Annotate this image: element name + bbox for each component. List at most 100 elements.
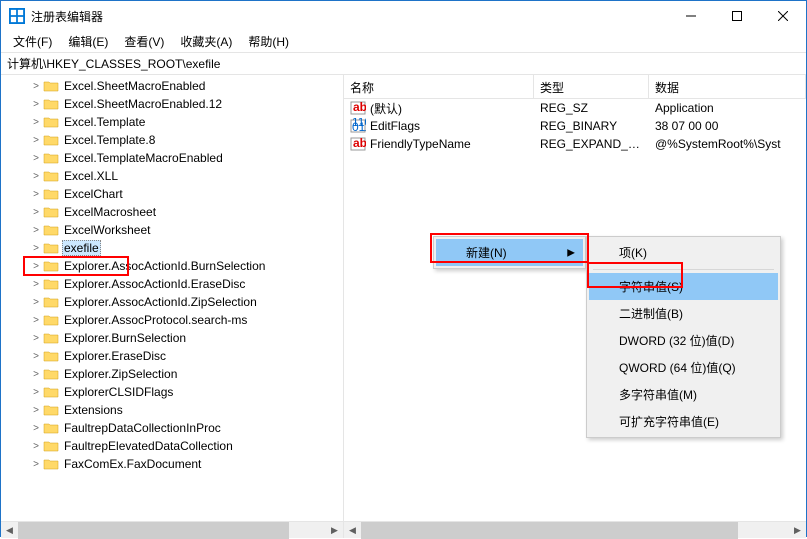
folder-icon <box>43 133 59 147</box>
value-type: REG_BINARY <box>534 118 649 134</box>
tree-item[interactable]: > Explorer.AssocActionId.ZipSelection <box>1 293 343 311</box>
menu-view[interactable]: 查看(V) <box>116 31 172 52</box>
menu-help[interactable]: 帮助(H) <box>240 31 297 52</box>
context-submenu: 项(K) 字符串值(S)二进制值(B)DWORD (32 位)值(D)QWORD … <box>586 236 781 438</box>
tree-item[interactable]: >exefile <box>1 239 343 257</box>
tree-label: Extensions <box>62 403 125 417</box>
tree-item[interactable]: >Explorer.AssocActionId.EraseDisc <box>1 275 343 293</box>
tree-label: ExcelMacrosheet <box>62 205 158 219</box>
menu-file[interactable]: 文件(F) <box>5 31 60 52</box>
list-row[interactable]: abFriendlyTypeNameREG_EXPAND_SZ@%SystemR… <box>344 135 806 153</box>
tree-item[interactable]: > Explorer.BurnSelection <box>1 329 343 347</box>
expand-icon[interactable]: > <box>29 207 43 218</box>
expand-icon[interactable]: > <box>29 351 43 362</box>
minimize-button[interactable] <box>668 1 714 31</box>
menu-edit[interactable]: 编辑(E) <box>60 31 116 52</box>
ctx-item[interactable]: 二进制值(B) <box>589 300 778 327</box>
expand-icon[interactable]: > <box>29 135 43 146</box>
tree-item[interactable]: >ExplorerCLSIDFlags <box>1 383 343 401</box>
expand-icon[interactable]: > <box>29 441 43 452</box>
tree-item[interactable]: >Excel.XLL <box>1 167 343 185</box>
col-type[interactable]: 类型 <box>534 75 649 98</box>
col-name[interactable]: 名称 <box>344 75 534 98</box>
menu-favorites[interactable]: 收藏夹(A) <box>172 31 240 52</box>
expand-icon[interactable]: > <box>29 315 43 326</box>
tree-item[interactable]: >Excel.Template <box>1 113 343 131</box>
svg-text:ab: ab <box>353 100 366 114</box>
tree-item[interactable]: > Excel.SheetMacroEnabled.12 <box>1 95 343 113</box>
folder-icon <box>43 205 59 219</box>
maximize-button[interactable] <box>714 1 760 31</box>
folder-icon <box>43 115 59 129</box>
tree-label: Explorer.ZipSelection <box>62 367 179 381</box>
tree-item[interactable]: > Explorer.ZipSelection <box>1 365 343 383</box>
ctx-item[interactable]: QWORD (64 位)值(Q) <box>589 354 778 381</box>
expand-icon[interactable]: > <box>29 117 43 128</box>
folder-icon <box>43 187 59 201</box>
folder-icon <box>43 79 59 93</box>
expand-icon[interactable]: > <box>29 459 43 470</box>
folder-icon <box>43 241 59 255</box>
folder-icon <box>43 403 59 417</box>
expand-icon[interactable]: > <box>29 423 43 434</box>
expand-icon[interactable]: > <box>29 225 43 236</box>
ctx-item[interactable]: 多字符串值(M) <box>589 381 778 408</box>
expand-icon[interactable]: > <box>29 171 43 182</box>
tree-label: Explorer.BurnSelection <box>62 331 188 345</box>
tree-label: Explorer.AssocProtocol.search-ms <box>62 313 249 327</box>
tree-item[interactable]: > Explorer.AssocActionId.BurnSelection <box>1 257 343 275</box>
tree-item[interactable]: >Excel.TemplateMacroEnabled <box>1 149 343 167</box>
expand-icon[interactable]: > <box>29 189 43 200</box>
tree-pane[interactable]: >Excel.SheetMacroEnabled>Excel.SheetMacr… <box>1 75 344 521</box>
tree-label: Explorer.AssocActionId.ZipSelection <box>62 295 259 309</box>
value-name: FriendlyTypeName <box>370 137 471 151</box>
expand-icon[interactable]: > <box>29 387 43 398</box>
expand-icon[interactable]: > <box>29 297 43 308</box>
ctx-item[interactable]: DWORD (32 位)值(D) <box>589 327 778 354</box>
scroll-left-arrow-2[interactable]: ◀ <box>344 522 361 539</box>
ctx-new[interactable]: 新建(N) ▶ <box>436 239 583 266</box>
col-data[interactable]: 数据 <box>649 75 806 98</box>
tree-item[interactable]: >FaxComEx.FaxDocument <box>1 455 343 473</box>
folder-icon <box>43 223 59 237</box>
ctx-item[interactable]: 项(K) <box>589 239 778 266</box>
tree-label: Explorer.AssocActionId.BurnSelection <box>62 259 267 273</box>
list-row[interactable]: ab(默认)REG_SZApplication <box>344 99 806 117</box>
tree-label: Excel.SheetMacroEnabled.12 <box>62 97 224 111</box>
expand-icon[interactable]: > <box>29 81 43 92</box>
tree-item[interactable]: >ExcelWorksheet <box>1 221 343 239</box>
tree-item[interactable]: >Excel.Template.8 <box>1 131 343 149</box>
expand-icon[interactable]: > <box>29 333 43 344</box>
expand-icon[interactable]: > <box>29 369 43 380</box>
tree-item[interactable]: > ExcelMacrosheet <box>1 203 343 221</box>
ctx-item[interactable]: 可扩充字符串值(E) <box>589 408 778 435</box>
tree-item[interactable]: >FaultrepDataCollectionInProc <box>1 419 343 437</box>
tree-item[interactable]: > Explorer.AssocProtocol.search-ms <box>1 311 343 329</box>
folder-icon <box>43 349 59 363</box>
expand-icon[interactable]: > <box>29 261 43 272</box>
folder-icon <box>43 295 59 309</box>
tree-label: Explorer.EraseDisc <box>62 349 168 363</box>
expand-icon[interactable]: > <box>29 153 43 164</box>
tree-item[interactable]: >Excel.SheetMacroEnabled <box>1 77 343 95</box>
expand-icon[interactable]: > <box>29 243 43 254</box>
tree-item[interactable]: >ExcelChart <box>1 185 343 203</box>
scroll-left-arrow[interactable]: ◀ <box>1 522 18 539</box>
tree-item[interactable]: > Explorer.EraseDisc <box>1 347 343 365</box>
scroll-track-right[interactable] <box>361 522 789 539</box>
scroll-right-arrow[interactable]: ▶ <box>326 522 343 539</box>
expand-icon[interactable]: > <box>29 99 43 110</box>
context-menu-new: 新建(N) ▶ <box>433 236 586 269</box>
expand-icon[interactable]: > <box>29 279 43 290</box>
tree-item[interactable]: > Extensions <box>1 401 343 419</box>
scroll-right-arrow-2[interactable]: ▶ <box>789 522 806 539</box>
folder-icon <box>43 385 59 399</box>
expand-icon[interactable]: > <box>29 405 43 416</box>
list-row[interactable]: 110011EditFlagsREG_BINARY38 07 00 00 <box>344 117 806 135</box>
folder-icon <box>43 277 59 291</box>
scroll-track-left[interactable] <box>18 522 326 539</box>
ctx-item[interactable]: 字符串值(S) <box>589 273 778 300</box>
tree-item[interactable]: >FaultrepElevatedDataCollection <box>1 437 343 455</box>
address-bar[interactable]: 计算机\HKEY_CLASSES_ROOT\exefile <box>1 53 806 75</box>
close-button[interactable] <box>760 1 806 31</box>
